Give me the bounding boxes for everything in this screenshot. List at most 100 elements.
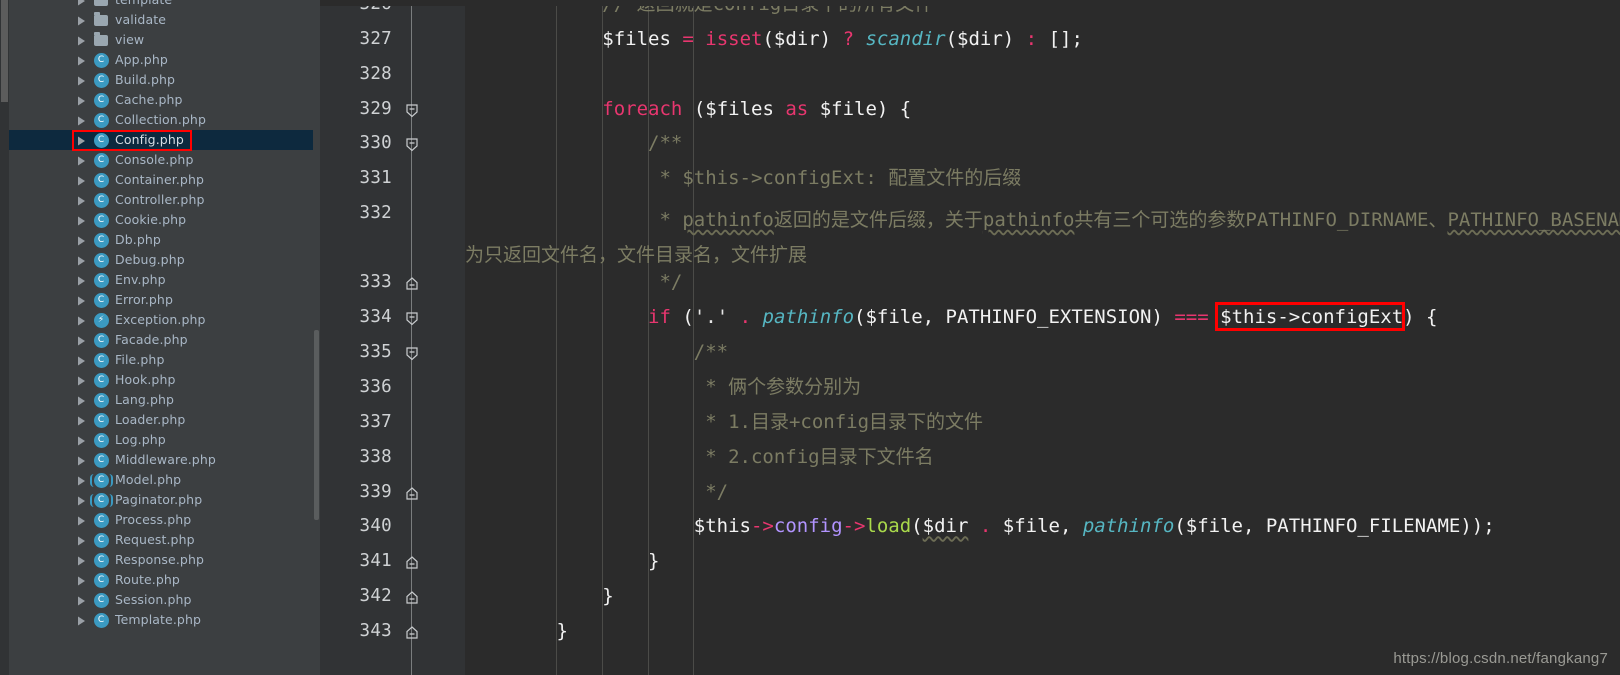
code-line-340[interactable]: $this->config->load($dir . $file, pathin… bbox=[465, 516, 1495, 536]
code-editor[interactable]: 326 327 328 329 330 331 332 333 334 335 336 337 338 3… bbox=[320, 0, 1620, 675]
tree-item-db-php[interactable]: C Db.php bbox=[9, 230, 313, 250]
code-line-333[interactable]: */ bbox=[465, 272, 682, 292]
tree-item-cache-php[interactable]: C Cache.php bbox=[9, 90, 313, 110]
expand-arrow-icon[interactable] bbox=[77, 556, 86, 565]
line-number: 332 bbox=[359, 203, 392, 224]
code-fold-toggle-icon[interactable] bbox=[404, 625, 419, 640]
code-line-335[interactable]: /** bbox=[465, 342, 728, 362]
code-line-332[interactable]: * pathinfo返回的是文件后缀，关于pathinfo共有三个可选的参数PA… bbox=[465, 203, 1620, 272]
line-number: 329 bbox=[359, 98, 392, 119]
tree-item-container-php[interactable]: C Container.php bbox=[9, 170, 313, 190]
expand-arrow-icon[interactable] bbox=[77, 616, 86, 625]
expand-arrow-icon[interactable] bbox=[77, 176, 86, 185]
project-file-tree[interactable]: templatevalidateviewCApp.phpCBuild.phpCC… bbox=[9, 0, 313, 675]
expand-arrow-icon[interactable] bbox=[77, 56, 86, 65]
expand-arrow-icon[interactable] bbox=[77, 236, 86, 245]
tree-item-session-php[interactable]: C Session.php bbox=[9, 590, 313, 610]
tree-item-debug-php[interactable]: C Debug.php bbox=[9, 250, 313, 270]
tree-item-template-php[interactable]: C Template.php bbox=[9, 610, 313, 630]
php-class-icon: C bbox=[93, 352, 109, 368]
code-fold-toggle-icon[interactable] bbox=[404, 590, 419, 605]
code-fold-toggle-icon[interactable] bbox=[404, 555, 419, 570]
line-number: 334 bbox=[359, 307, 392, 328]
code-line-343[interactable]: } bbox=[465, 621, 568, 641]
tree-item-view[interactable]: view bbox=[9, 30, 313, 50]
expand-arrow-icon[interactable] bbox=[77, 476, 86, 485]
code-line-329[interactable]: foreach ($files as $file) { bbox=[465, 99, 911, 119]
tree-item-paginator-php[interactable]: C Paginator.php bbox=[9, 490, 313, 510]
tree-item-model-php[interactable]: C Model.php bbox=[9, 470, 313, 490]
code-line-336[interactable]: * 俩个参数分别为 bbox=[465, 377, 861, 397]
code-line-342[interactable]: } bbox=[465, 586, 613, 606]
tree-item-process-php[interactable]: C Process.php bbox=[9, 510, 313, 530]
expand-arrow-icon[interactable] bbox=[77, 116, 86, 125]
tree-item-validate[interactable]: validate bbox=[9, 10, 313, 30]
expand-arrow-icon[interactable] bbox=[77, 456, 86, 465]
code-line-339[interactable]: */ bbox=[465, 482, 728, 502]
expand-arrow-icon[interactable] bbox=[77, 376, 86, 385]
expand-arrow-icon[interactable] bbox=[77, 276, 86, 285]
expand-arrow-icon[interactable] bbox=[77, 196, 86, 205]
tree-item-controller-php[interactable]: C Controller.php bbox=[9, 190, 313, 210]
expand-arrow-icon[interactable] bbox=[77, 536, 86, 545]
expand-arrow-icon[interactable] bbox=[77, 96, 86, 105]
php-exception-icon: ⚡ bbox=[93, 312, 109, 328]
tree-item-facade-php[interactable]: C Facade.php bbox=[9, 330, 313, 350]
code-line-327[interactable]: $files = isset($dir) ? scandir($dir) : [… bbox=[465, 29, 1083, 49]
tree-item-loader-php[interactable]: C Loader.php bbox=[9, 410, 313, 430]
tree-item-collection-php[interactable]: C Collection.php bbox=[9, 110, 313, 130]
expand-arrow-icon[interactable] bbox=[77, 156, 86, 165]
expand-arrow-icon[interactable] bbox=[77, 216, 86, 225]
expand-arrow-icon[interactable] bbox=[77, 256, 86, 265]
tree-item-lang-php[interactable]: C Lang.php bbox=[9, 390, 313, 410]
expand-arrow-icon[interactable] bbox=[77, 36, 86, 45]
expand-arrow-icon[interactable] bbox=[77, 76, 86, 85]
expand-arrow-icon[interactable] bbox=[77, 596, 86, 605]
tree-item-exception-php[interactable]: ⚡ Exception.php bbox=[9, 310, 313, 330]
tree-item-build-php[interactable]: C Build.php bbox=[9, 70, 313, 90]
code-fold-toggle-icon[interactable] bbox=[404, 276, 419, 291]
code-content[interactable]: // 返回就是config目录下的所有文件 $files = isset($di… bbox=[465, 0, 1620, 675]
code-fold-toggle-icon[interactable] bbox=[404, 346, 419, 361]
expand-arrow-icon[interactable] bbox=[77, 576, 86, 585]
scrollbar-thumb[interactable] bbox=[314, 330, 319, 520]
tree-item-request-php[interactable]: C Request.php bbox=[9, 530, 313, 550]
expand-arrow-icon[interactable] bbox=[77, 516, 86, 525]
tree-item-env-php[interactable]: C Env.php bbox=[9, 270, 313, 290]
code-line-338[interactable]: * 2.config目录下文件名 bbox=[465, 447, 933, 467]
code-line-334[interactable]: if ('.' . pathinfo($file, PATHINFO_EXTEN… bbox=[465, 307, 1437, 327]
expand-arrow-icon[interactable] bbox=[77, 396, 86, 405]
code-fold-toggle-icon[interactable] bbox=[404, 103, 419, 118]
tree-item-file-php[interactable]: C File.php bbox=[9, 350, 313, 370]
expand-arrow-icon[interactable] bbox=[77, 16, 86, 25]
tree-item-console-php[interactable]: C Console.php bbox=[9, 150, 313, 170]
tree-item-hook-php[interactable]: C Hook.php bbox=[9, 370, 313, 390]
code-line-330[interactable]: /** bbox=[465, 133, 682, 153]
expand-arrow-icon[interactable] bbox=[77, 0, 86, 5]
code-fold-toggle-icon[interactable] bbox=[404, 311, 419, 326]
tree-item-error-php[interactable]: C Error.php bbox=[9, 290, 313, 310]
tree-item-response-php[interactable]: C Response.php bbox=[9, 550, 313, 570]
code-line-341[interactable]: } bbox=[465, 551, 659, 571]
tree-item-log-php[interactable]: C Log.php bbox=[9, 430, 313, 450]
expand-arrow-icon[interactable] bbox=[77, 136, 86, 145]
expand-arrow-icon[interactable] bbox=[77, 416, 86, 425]
expand-arrow-icon[interactable] bbox=[77, 436, 86, 445]
tree-item-template[interactable]: template bbox=[9, 0, 313, 10]
expand-arrow-icon[interactable] bbox=[77, 496, 86, 505]
editor-gutter[interactable]: 326 327 328 329 330 331 332 333 334 335 336 337 338 3… bbox=[320, 0, 465, 675]
tree-item-app-php[interactable]: C App.php bbox=[9, 50, 313, 70]
tree-item-middleware-php[interactable]: C Middleware.php bbox=[9, 450, 313, 470]
expand-arrow-icon[interactable] bbox=[77, 356, 86, 365]
code-line-337[interactable]: * 1.目录+config目录下的文件 bbox=[465, 412, 983, 432]
code-fold-toggle-icon[interactable] bbox=[404, 486, 419, 501]
code-line-331[interactable]: * $this->configExt: 配置文件的后缀 bbox=[465, 168, 1021, 188]
tree-item-route-php[interactable]: C Route.php bbox=[9, 570, 313, 590]
expand-arrow-icon[interactable] bbox=[77, 316, 86, 325]
tree-item-config-php[interactable]: C Config.php bbox=[9, 130, 313, 150]
project-tree-scrollbar[interactable] bbox=[313, 0, 320, 675]
code-fold-toggle-icon[interactable] bbox=[404, 137, 419, 152]
expand-arrow-icon[interactable] bbox=[77, 336, 86, 345]
tree-item-cookie-php[interactable]: C Cookie.php bbox=[9, 210, 313, 230]
expand-arrow-icon[interactable] bbox=[77, 296, 86, 305]
